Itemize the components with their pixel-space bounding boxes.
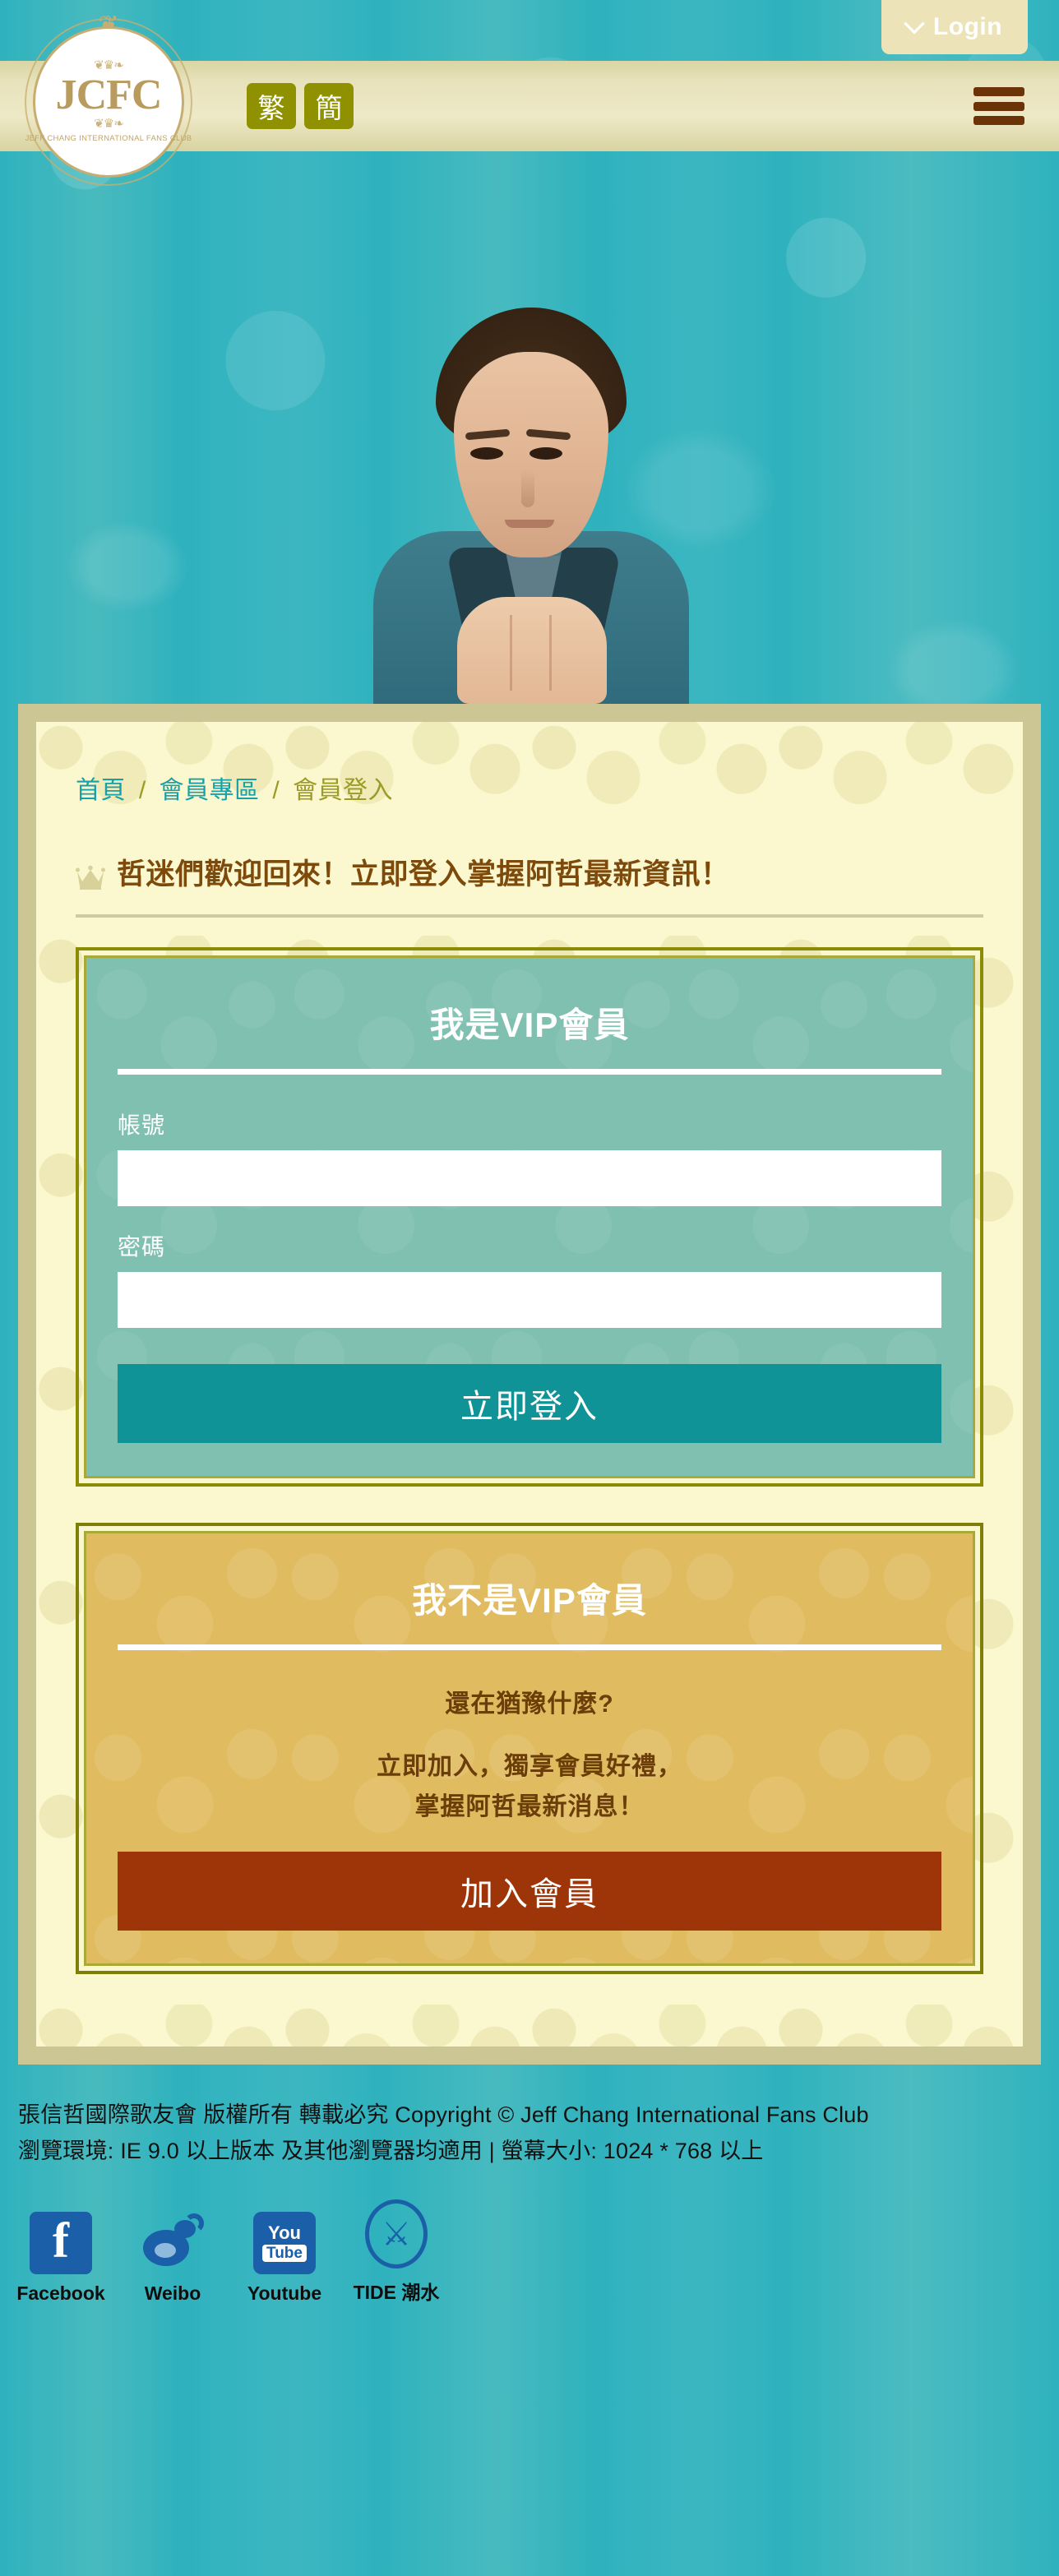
language-switcher: 繁 簡 (247, 83, 354, 129)
hamburger-bar-3 (973, 116, 1024, 125)
content-panel-inner: 首頁 / 會員專區 / 會員登入 哲迷們歡迎回來！立即登入掌握阿哲最新資訊！ 我… (36, 722, 1023, 2046)
hamburger-bar-1 (973, 87, 1024, 96)
social-label-weibo: Weibo (144, 2282, 201, 2304)
nonvip-join-panel: 我不是VIP會員 還在猶豫什麼? 立即加入，獨享會員好禮， 掌握阿哲最新消息！ … (76, 1523, 983, 1975)
top-login-bar: Login (0, 0, 1059, 54)
promo-lead: 還在猶豫什麼? (445, 1690, 614, 1718)
weibo-icon (141, 2212, 204, 2274)
vip-login-panel-inner: 我是VIP會員 帳號 密碼 立即登入 (84, 955, 975, 1479)
social-link-weibo[interactable]: Weibo (130, 2212, 215, 2305)
breadcrumb-current-page: 會員登入 (293, 777, 394, 804)
login-dropdown-button[interactable]: Login (881, 0, 1028, 54)
account-label: 帳號 (118, 1112, 166, 1139)
tide-icon: ⚔ (365, 2199, 428, 2268)
welcome-heading-row: 哲迷們歡迎回來！立即登入掌握阿哲最新資訊！ (76, 855, 983, 895)
content-panel: 首頁 / 會員專區 / 會員登入 哲迷們歡迎回來！立即登入掌握阿哲最新資訊！ 我… (18, 704, 1041, 2065)
social-link-tide[interactable]: ⚔ TIDE 潮水 (354, 2199, 439, 2305)
lang-traditional-button[interactable]: 繁 (247, 83, 296, 129)
portrait-eye-left (470, 447, 503, 460)
youtube-icon: You Tube (253, 2211, 316, 2274)
password-label: 密碼 (118, 1234, 166, 1260)
youtube-you-text: You (268, 2222, 301, 2243)
welcome-title: 哲迷們歡迎回來！立即登入掌握阿哲最新資訊！ (117, 858, 730, 890)
footer-browser-note: 瀏覽環境: IE 9.0 以上版本 及其他瀏覽器均適用 | 螢幕大小: 1024… (18, 2139, 764, 2164)
promo-line-2: 掌握阿哲最新消息！ (414, 1792, 645, 1820)
portrait-mouth (505, 520, 554, 528)
footer-copyright: 張信哲國際歌友會 版權所有 轉載必究 Copyright © Jeff Chan… (18, 2102, 869, 2128)
heading-divider (76, 914, 983, 918)
social-link-youtube[interactable]: You Tube Youtube (242, 2211, 327, 2305)
social-links-row: Facebook Weibo You Tube Youtube ⚔ TIDE 潮… (16, 2170, 1041, 2318)
logo-subtitle: JEFF CHANG INTERNATIONAL FANS CLUB (25, 134, 192, 143)
artist-portrait-image (357, 293, 702, 704)
hero-banner (0, 151, 1059, 704)
site-header: ❦ ❦♛❧ JCFC ❦♛❧ JEFF CHANG INTERNATIONAL … (0, 12, 1059, 186)
hamburger-bar-2 (973, 101, 1024, 111)
crown-icon (76, 865, 105, 894)
vip-panel-title: 我是VIP會員 (429, 1006, 630, 1045)
vip-panel-rule (118, 1069, 941, 1075)
logo-flourish-bottom: ❦♛❧ (94, 117, 124, 131)
social-label-youtube: Youtube (247, 2282, 322, 2304)
portrait-eye-right (530, 447, 562, 460)
nonvip-panel-rule (118, 1644, 941, 1651)
lang-simplified-button[interactable]: 簡 (304, 83, 354, 129)
social-link-facebook[interactable]: Facebook (16, 2211, 105, 2305)
weibo-arc (184, 2213, 204, 2233)
portrait-nose (521, 469, 534, 507)
account-input[interactable] (118, 1150, 941, 1207)
facebook-icon (30, 2211, 92, 2274)
breadcrumb-home-link[interactable]: 首頁 (76, 777, 126, 804)
password-input[interactable] (118, 1272, 941, 1329)
join-member-button[interactable]: 加入會員 (118, 1852, 941, 1931)
nonvip-join-panel-inner: 我不是VIP會員 還在猶豫什麼? 立即加入，獨享會員好禮， 掌握阿哲最新消息！ … (84, 1531, 975, 1967)
logo-flourish-top: ❦♛❧ (94, 58, 124, 72)
promo-line-1: 立即加入，獨享會員好禮， (377, 1753, 682, 1781)
youtube-tube-text: Tube (262, 2244, 307, 2262)
portrait-hands (457, 597, 607, 704)
social-label-facebook: Facebook (16, 2282, 105, 2304)
join-promo-text: 還在猶豫什麼? 立即加入，獨享會員好禮， 掌握阿哲最新消息！ (118, 1683, 941, 1827)
tide-glyph: ⚔ (382, 2215, 411, 2253)
chevron-down-icon (904, 13, 925, 35)
login-label: Login (932, 13, 1003, 40)
breadcrumb-separator-1: / (138, 777, 146, 804)
vip-login-panel: 我是VIP會員 帳號 密碼 立即登入 (76, 947, 983, 1487)
breadcrumb: 首頁 / 會員專區 / 會員登入 (76, 770, 983, 806)
site-footer: 張信哲國際歌友會 版權所有 轉載必究 Copyright © Jeff Chan… (0, 2065, 1059, 2317)
breadcrumb-member-zone-link[interactable]: 會員專區 (160, 777, 260, 804)
breadcrumb-separator-2: / (272, 777, 280, 804)
hamburger-menu-icon[interactable] (973, 87, 1024, 125)
logo-monogram: JCFC (55, 72, 163, 118)
login-submit-button[interactable]: 立即登入 (118, 1364, 941, 1444)
social-label-tide: TIDE 潮水 (353, 2281, 440, 2303)
nonvip-panel-title: 我不是VIP會員 (412, 1581, 647, 1621)
